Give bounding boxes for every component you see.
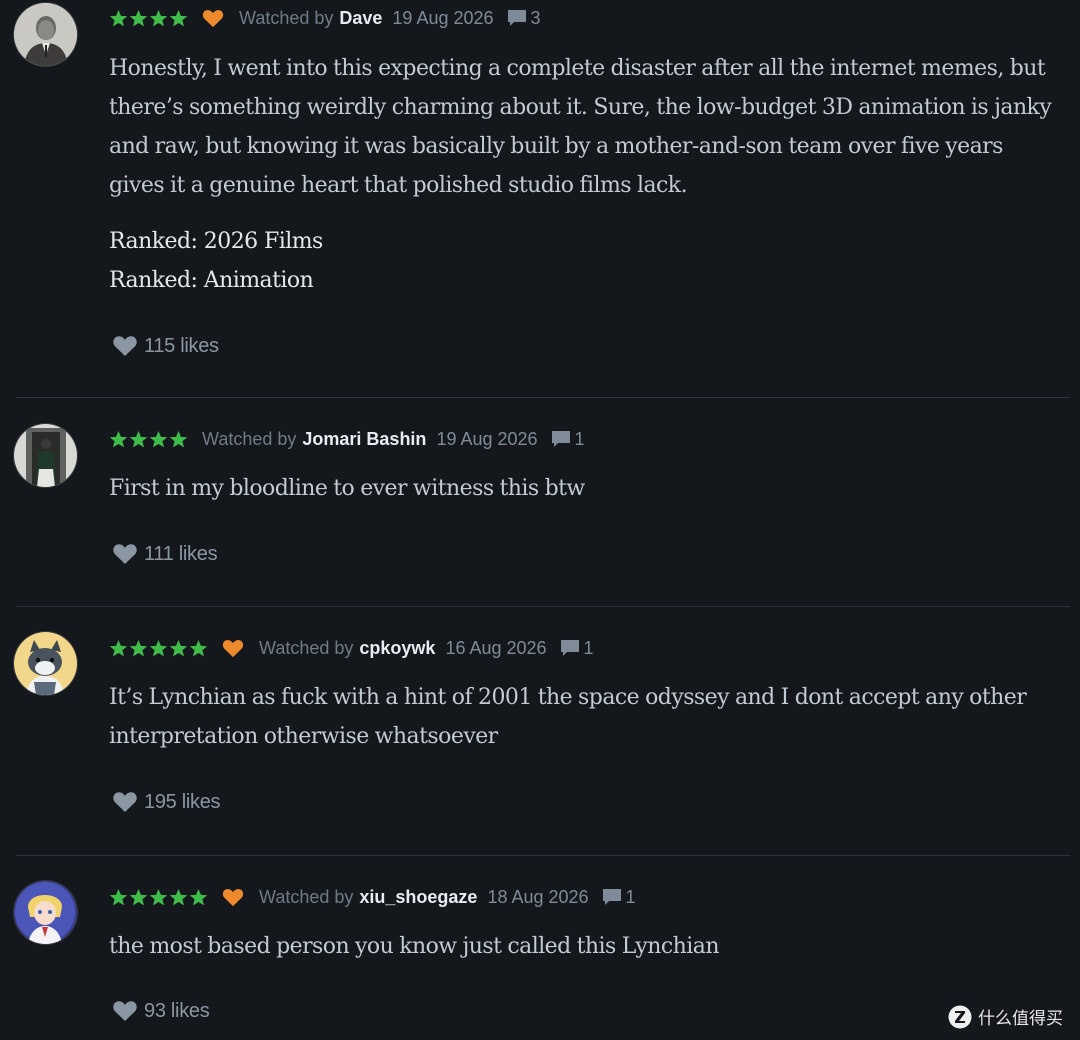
divider xyxy=(16,397,1070,398)
comment-icon xyxy=(560,640,579,656)
liked-heart-icon xyxy=(222,639,244,657)
zhi-logo-icon xyxy=(948,1005,972,1028)
comment-icon xyxy=(507,10,526,26)
liked-heart-icon xyxy=(202,9,224,27)
star-icon xyxy=(169,888,188,905)
star-icon xyxy=(169,9,188,26)
reviewer-avatar[interactable] xyxy=(14,3,77,66)
likes-count: 115 likes xyxy=(144,334,219,357)
person-in-doorway-avatar xyxy=(14,424,77,487)
watched-by-label: Watched by xyxy=(239,7,334,28)
username-link[interactable]: Dave xyxy=(339,8,382,29)
ranked-list-link[interactable]: Ranked: Animation xyxy=(109,261,323,300)
star-icon xyxy=(169,639,188,656)
review-date[interactable]: 19 Aug 2026 xyxy=(436,429,537,450)
comment-count: 3 xyxy=(530,7,541,28)
comments-link[interactable]: 3 xyxy=(506,8,541,29)
watched-by-label: Watched by xyxy=(202,428,297,449)
watermark-text: 什么值得买 xyxy=(978,1009,1063,1028)
star-icon xyxy=(109,9,128,26)
rating-stars xyxy=(109,639,208,658)
likes-count: 93 likes xyxy=(144,999,210,1022)
liked-heart-icon xyxy=(222,888,244,906)
likes-count: 195 likes xyxy=(144,790,221,813)
like-button[interactable]: 115 likes xyxy=(112,333,219,359)
like-button[interactable]: 93 likes xyxy=(112,998,210,1024)
comment-count: 1 xyxy=(583,637,594,658)
ranked-list-link[interactable]: Ranked: 2026 Films xyxy=(109,222,323,261)
review-date[interactable]: 19 Aug 2026 xyxy=(392,8,493,29)
star-icon xyxy=(149,430,168,447)
review-date[interactable]: 16 Aug 2026 xyxy=(445,638,546,659)
review-body: First in my bloodline to ever witness th… xyxy=(109,469,1059,508)
comments-link[interactable]: 1 xyxy=(559,638,594,659)
review-text: Honestly, I went into this expecting a c… xyxy=(109,56,1052,198)
review-body: the most based person you know just call… xyxy=(109,927,1059,966)
comments-link[interactable]: 1 xyxy=(550,429,585,450)
review-text: It’s Lynchian as fuck with a hint of 200… xyxy=(109,685,1027,749)
star-icon xyxy=(109,888,128,905)
heart-icon xyxy=(113,1001,137,1021)
star-icon xyxy=(109,430,128,447)
star-icon xyxy=(149,9,168,26)
like-button[interactable]: 195 likes xyxy=(112,789,221,815)
review-date[interactable]: 18 Aug 2026 xyxy=(487,887,588,908)
star-icon xyxy=(149,639,168,656)
rating-stars xyxy=(109,430,188,449)
review-list: Watched by Dave 19 Aug 2026 3 Honestly, … xyxy=(0,0,1080,1040)
divider xyxy=(16,606,1070,607)
star-icon xyxy=(129,888,148,905)
heart-icon xyxy=(113,336,137,356)
reviewer-avatar[interactable] xyxy=(14,632,77,695)
reviewer-avatar[interactable] xyxy=(14,424,77,487)
site-watermark: 什么值得买 xyxy=(948,1004,1063,1029)
rating-stars xyxy=(109,888,208,907)
comment-count: 1 xyxy=(625,886,636,907)
like-button[interactable]: 111 likes xyxy=(112,541,218,567)
username-link[interactable]: Jomari Bashin xyxy=(302,429,426,450)
watched-by-label: Watched by xyxy=(259,886,354,907)
heart-icon xyxy=(113,544,137,564)
star-icon xyxy=(129,430,148,447)
star-icon xyxy=(149,888,168,905)
reviewer-avatar[interactable] xyxy=(14,881,77,944)
comments-link[interactable]: 1 xyxy=(601,887,636,908)
heart-icon xyxy=(113,792,137,812)
anime-character-avatar xyxy=(14,881,77,944)
review-text: First in my bloodline to ever witness th… xyxy=(109,476,585,501)
star-icon xyxy=(169,430,188,447)
review-body: Honestly, I went into this expecting a c… xyxy=(109,49,1059,205)
ranked-lists: Ranked: 2026 Films Ranked: Animation xyxy=(109,222,323,300)
star-icon xyxy=(109,639,128,656)
review-meta: Watched by cpkoywk 16 Aug 2026 1 xyxy=(109,635,594,661)
review-body: It’s Lynchian as fuck with a hint of 200… xyxy=(109,678,1059,756)
review-meta: Watched by xiu_shoegaze 18 Aug 2026 1 xyxy=(109,884,636,910)
review-meta: Watched by Dave 19 Aug 2026 3 xyxy=(109,5,541,31)
watched-by-label: Watched by xyxy=(259,637,354,658)
vintage-portrait-avatar xyxy=(14,3,77,66)
review-meta: Watched by Jomari Bashin 19 Aug 2026 1 xyxy=(109,426,585,452)
review-text: the most based person you know just call… xyxy=(109,934,720,959)
username-link[interactable]: xiu_shoegaze xyxy=(359,887,477,908)
star-icon xyxy=(129,639,148,656)
rating-stars xyxy=(109,9,188,28)
username-link[interactable]: cpkoywk xyxy=(359,638,435,659)
comment-icon xyxy=(602,889,621,905)
star-icon xyxy=(129,9,148,26)
cartoon-cat-avatar xyxy=(14,632,77,695)
star-icon xyxy=(189,888,208,905)
likes-count: 111 likes xyxy=(144,542,218,565)
comment-icon xyxy=(551,431,570,447)
comment-count: 1 xyxy=(574,428,585,449)
star-icon xyxy=(189,639,208,656)
divider xyxy=(16,855,1070,856)
